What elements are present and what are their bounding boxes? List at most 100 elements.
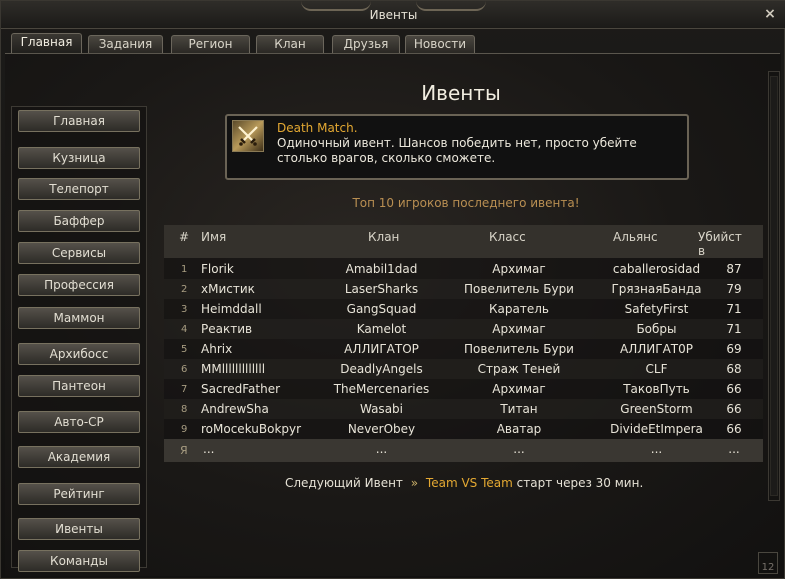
cell-class: Повелитель Бури <box>464 282 574 296</box>
tab-quests[interactable]: Задания <box>88 35 163 53</box>
cell-clan: АЛЛИГАТОР <box>344 342 419 356</box>
table-row: 5 Ahrix АЛЛИГАТОР Повелитель Бури АЛЛИГА… <box>164 339 763 359</box>
cell-clan: TheMercenaries <box>333 382 430 396</box>
cell-alliance: ГрязнаяБанда <box>611 282 702 296</box>
resize-corner-badge[interactable]: 12 <box>758 552 778 574</box>
cell-class: Страж Теней <box>477 362 561 376</box>
sidebar-item-main[interactable]: Главная <box>18 110 140 132</box>
close-icon[interactable]: × <box>762 6 778 22</box>
cell-name: AndrewSha <box>201 402 269 416</box>
event-description: Одиночный ивент. Шансов победить нет, пр… <box>277 136 637 165</box>
cell-rank: 8 <box>181 404 188 415</box>
cell-rank: 1 <box>181 264 188 275</box>
cell-name: хМистик <box>201 282 255 296</box>
cell-name: ... <box>203 442 215 456</box>
cell-alliance: Бобры <box>636 322 677 336</box>
table-header: # Имя Клан Класс Альянс Убийст в <box>164 225 763 258</box>
table-row-self: Я ... ... ... ... ... <box>164 439 763 462</box>
cell-rank: Я <box>180 444 188 457</box>
tab-friends[interactable]: Друзья <box>332 35 400 53</box>
sidebar-item-academy[interactable]: Академия <box>18 446 140 468</box>
cell-alliance: ... <box>650 442 663 456</box>
cell-clan: LaserSharks <box>344 282 419 296</box>
header-alliance: Альянс <box>613 230 658 244</box>
scrollbar-thumb[interactable] <box>770 76 778 496</box>
event-info-box: Death Match. Одиночный ивент. Шансов поб… <box>225 114 689 180</box>
sidebar-item-teams[interactable]: Команды <box>18 550 140 572</box>
sidebar-item-events[interactable]: Ивенты <box>18 518 140 540</box>
scrollbar[interactable] <box>768 71 780 501</box>
table-row: 7 SacredFather TheMercenaries Архимаг Та… <box>164 379 763 399</box>
header-class: Класс <box>489 230 526 244</box>
cell-kills: 69 <box>726 342 742 356</box>
next-event-prefix: Следующий Ивент <box>285 476 403 490</box>
cell-kills: 71 <box>726 302 742 316</box>
tab-news[interactable]: Новости <box>405 35 475 53</box>
cell-alliance: CLF <box>645 362 668 376</box>
cell-alliance: SafetyFirst <box>624 302 689 316</box>
header-rank: # <box>179 230 190 244</box>
table-row: 1 Florik Amabil1dad Архимаг caballerosid… <box>164 259 763 279</box>
cell-name: roMocekuBokpyr <box>201 422 302 436</box>
tab-clan[interactable]: Клан <box>256 35 324 53</box>
table-row: 9 roMocekuBokpyr NeverObey Аватар Divide… <box>164 419 763 439</box>
cell-name: SacredFather <box>201 382 281 396</box>
events-window: Ивенты × Главная Задания Регион Клан Дру… <box>0 0 785 579</box>
cell-class: Аватар <box>496 422 542 436</box>
header-kills: Убийст в <box>698 230 742 258</box>
page-title: Ивенты <box>421 81 501 105</box>
sidebar-item-auto-cp[interactable]: Авто-СР <box>18 411 140 433</box>
cell-kills: 87 <box>726 262 742 276</box>
cell-name: MMlllllllllllll <box>201 362 266 376</box>
sidebar-item-pantheon[interactable]: Пантеон <box>18 375 140 397</box>
table-row: 6 MMlllllllllllll DeadlyAngels Страж Тен… <box>164 359 763 379</box>
cell-clan: NeverObey <box>347 422 416 436</box>
next-event-line: Следующий Ивент » Team VS Team старт чер… <box>285 476 643 490</box>
cell-kills: 79 <box>726 282 742 296</box>
cell-kills: 66 <box>726 422 742 436</box>
sidebar-item-rating[interactable]: Рейтинг <box>18 483 140 505</box>
title-bar[interactable]: Ивенты × <box>1 1 785 29</box>
cell-kills: 71 <box>726 322 742 336</box>
tab-region[interactable]: Регион <box>171 35 250 53</box>
cell-rank: 4 <box>181 324 188 335</box>
cell-rank: 9 <box>181 424 188 435</box>
sidebar-item-mammon[interactable]: Маммон <box>18 307 140 329</box>
sidebar-item-buffer[interactable]: Баффер <box>18 210 140 232</box>
cell-rank: 3 <box>181 304 188 315</box>
cell-kills: 66 <box>726 382 742 396</box>
sidebar-item-forge[interactable]: Кузница <box>18 147 140 169</box>
cell-kills: ... <box>728 442 740 456</box>
cell-clan: DeadlyAngels <box>340 362 423 376</box>
cell-alliance: caballerosidad <box>612 262 701 276</box>
cell-class: ... <box>513 442 525 456</box>
top-players-caption: Топ 10 игроков последнего ивента! <box>352 196 580 210</box>
cell-name: Florik <box>201 262 234 276</box>
sidebar-item-archboss[interactable]: Архибосс <box>18 343 140 365</box>
table-row: 8 AndrewSha Wasabi Титан GreenStorm 66 <box>164 399 763 419</box>
cell-class: Каратель <box>489 302 549 316</box>
cell-rank: 7 <box>181 384 188 395</box>
header-clan: Клан <box>368 230 400 244</box>
cell-rank: 5 <box>181 344 188 355</box>
cell-clan: GangSquad <box>346 302 417 316</box>
cell-rank: 6 <box>181 364 188 375</box>
tab-main[interactable]: Главная <box>11 33 82 54</box>
cell-clan: Amabil1dad <box>345 262 418 276</box>
sidebar-item-services[interactable]: Сервисы <box>18 242 140 264</box>
cell-alliance: АЛЛИГАТ0Р <box>620 342 693 356</box>
cell-name: Реактив <box>201 322 253 336</box>
table-row: 2 хМистик LaserSharks Повелитель Бури Гр… <box>164 279 763 299</box>
next-event-name[interactable]: Team VS Team <box>426 476 513 490</box>
cell-alliance: ТаковПуть <box>623 382 690 396</box>
cell-kills: 66 <box>726 402 742 416</box>
cell-rank: 2 <box>181 284 188 295</box>
event-name: Death Match. <box>277 121 358 135</box>
cell-class: Повелитель Бури <box>464 342 574 356</box>
cell-kills: 68 <box>726 362 742 376</box>
table-row: 4 Реактив Kamelot Архимаг Бобры 71 <box>164 319 763 339</box>
cell-alliance: GreenStorm <box>620 402 693 416</box>
cell-class: Архимаг <box>492 262 546 276</box>
sidebar-item-teleport[interactable]: Телепорт <box>18 178 140 200</box>
sidebar-item-profession[interactable]: Профессия <box>18 274 140 296</box>
